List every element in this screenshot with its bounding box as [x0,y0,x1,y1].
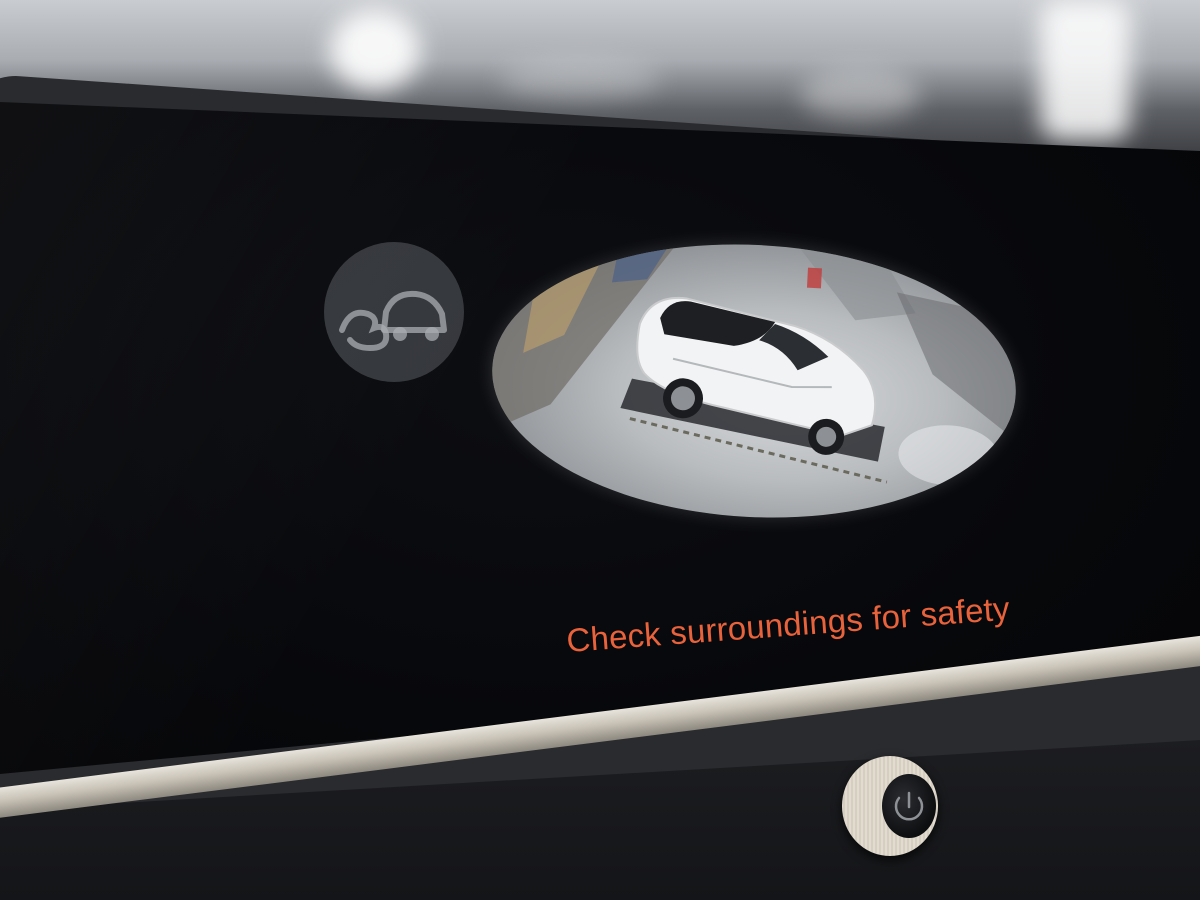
surround-camera-view[interactable] [485,231,1023,531]
watermark-logo-icon [324,242,464,382]
background-light [1040,0,1130,140]
background-light [330,10,420,90]
background-light [500,60,660,100]
power-icon [882,774,936,838]
background-light [800,70,920,120]
power-knob-button[interactable] [842,756,938,856]
car-infotainment-scene: Check surroundings for safety [0,0,1200,900]
